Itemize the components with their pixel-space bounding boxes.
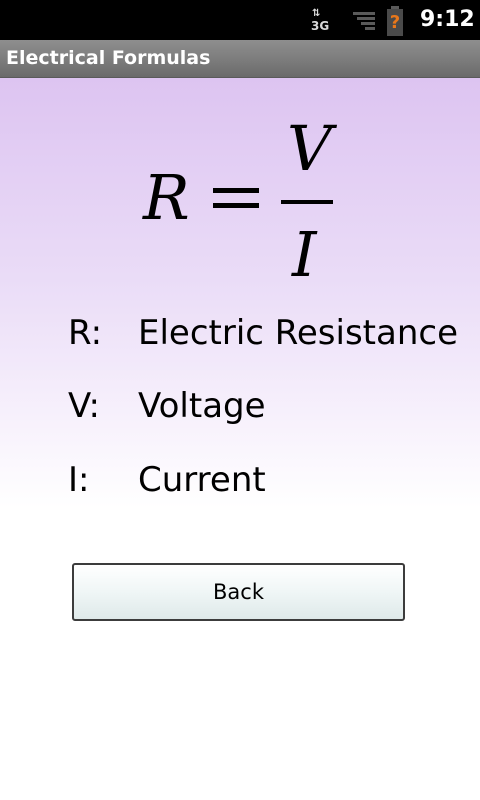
back-button[interactable]: Back [72,563,405,621]
variable-row-current: I: Current [0,455,480,505]
battery-mark: ? [390,12,400,33]
battery-unknown-icon: ? [387,6,403,36]
variable-description: Electric Resistance [138,313,459,353]
back-button-label: Back [213,580,264,604]
variable-description: Voltage [138,386,266,426]
variable-row-voltage: V: Voltage [0,381,480,431]
resistance-formula: R V I [0,78,480,288]
variable-symbol: V: [68,386,100,426]
formula-denominator: I [292,218,317,291]
signal-strength-icon [353,12,375,30]
formula-equals-sign [213,186,259,212]
title-bar: Electrical Formulas [0,40,480,78]
formula-numerator: V [287,112,332,185]
status-clock: 9:12 [420,7,475,32]
main-content: R V I R: Electric Resistance V: Voltage … [0,78,480,800]
variable-symbol: I: [68,460,90,500]
formula-lhs: R [143,161,190,234]
variable-description: Current [138,460,266,500]
network-type-label: 3G [311,19,330,33]
variable-row-resistance: R: Electric Resistance [0,308,480,358]
data-transfer-3g-icon: ⇅ 3G [311,8,330,33]
status-bar: ⇅ 3G ? 9:12 [0,0,480,40]
variable-symbol: R: [68,313,103,353]
page-title: Electrical Formulas [6,47,211,69]
fraction-bar [281,200,333,204]
